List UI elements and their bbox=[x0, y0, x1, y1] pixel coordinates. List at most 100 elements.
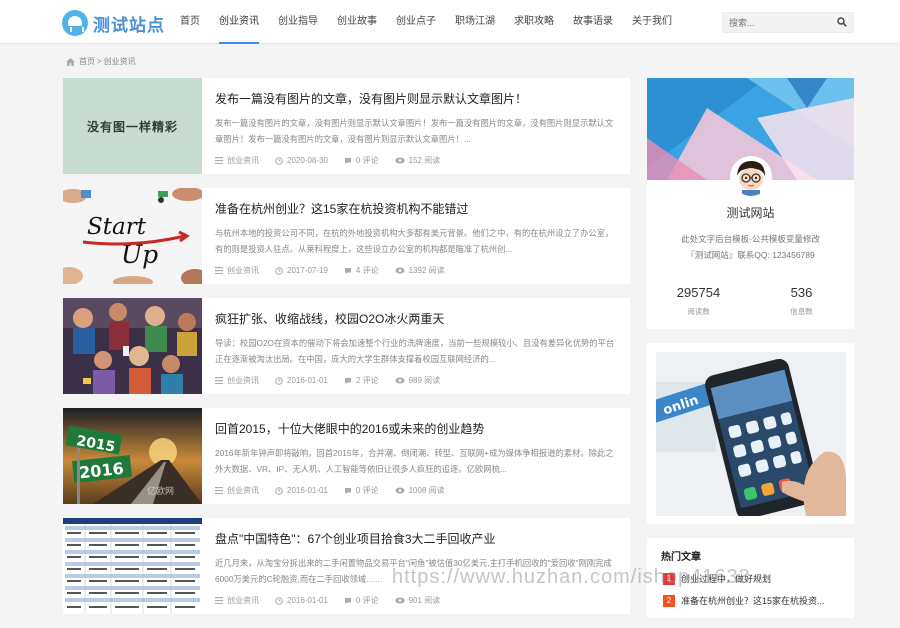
post-category[interactable]: 创业资讯 bbox=[227, 595, 259, 606]
post-excerpt: 导读：校园O2O在资本的催动下将会加速整个行业的洗牌速度，当前一些规模较小、且没… bbox=[215, 338, 615, 364]
post-views: 989 阅读 bbox=[408, 376, 441, 385]
eye-icon bbox=[394, 597, 405, 604]
post-title[interactable]: 盘点"中国特色"：67个创业项目拾食3大二手回收产业 bbox=[215, 530, 620, 548]
post-thumbnail[interactable]: 2015 2016 亿欧网 bbox=[63, 408, 202, 504]
comment-icon bbox=[344, 157, 351, 164]
post-list: 没有图一样精彩 发布一篇没有图片的文章，没有图片则显示默认文章图片！ 发布一篇没… bbox=[63, 78, 630, 628]
nav-about[interactable]: 关于我们 bbox=[632, 0, 672, 44]
profile-card: 测试网站 此处文字后台模板-公共模板变量修改 『测试网站』联系QQ: 12345… bbox=[647, 78, 854, 329]
post-meta: 创业资讯 2016-01-01 2 评论 989 阅读 bbox=[215, 375, 620, 386]
list-icon bbox=[215, 377, 223, 384]
post-views: 1392 阅读 bbox=[408, 266, 445, 275]
watermark-text: https://www.huzhan.com/ishop41633 bbox=[392, 566, 751, 588]
stat-number: 295754 bbox=[676, 285, 721, 300]
hot-post-title[interactable]: 准备在杭州创业？这15家在杭投资... bbox=[681, 594, 825, 607]
post-comments[interactable]: 2 评论 bbox=[356, 375, 379, 386]
post-meta: 创业资讯 2020-08-30 0 评论 152 阅读 bbox=[215, 155, 620, 166]
breadcrumb: 首页 > 创业资讯 bbox=[66, 56, 136, 67]
nav-home[interactable]: 首页 bbox=[180, 0, 200, 44]
post-category[interactable]: 创业资讯 bbox=[227, 155, 259, 166]
eye-icon bbox=[394, 267, 405, 274]
post-comments[interactable]: 0 评论 bbox=[356, 595, 379, 606]
post-item[interactable]: 疯狂扩张、收缩战线，校园O2O冰火两重天 导读：校园O2O在资本的催动下将会加速… bbox=[63, 298, 630, 394]
post-views: 1008 阅读 bbox=[408, 486, 445, 495]
nav-startup-stories[interactable]: 创业故事 bbox=[337, 0, 377, 44]
post-title[interactable]: 发布一篇没有图片的文章，没有图片则显示默认文章图片！ bbox=[215, 90, 620, 108]
comment-icon bbox=[344, 377, 351, 384]
profile-stats: 295754 阅读数 536 信息数 bbox=[647, 285, 854, 317]
post-category[interactable]: 创业资讯 bbox=[227, 265, 259, 276]
spreadsheet-image bbox=[63, 518, 202, 614]
phone-image[interactable]: onlin bbox=[656, 352, 846, 516]
list-icon bbox=[215, 157, 223, 164]
site-logo[interactable]: 测试站点 bbox=[62, 9, 165, 37]
comment-icon bbox=[344, 597, 351, 604]
post-item[interactable]: 2015 2016 亿欧网 回首2015，十位大佬眼中的2016或未来的创业趋势… bbox=[63, 408, 630, 504]
logo-text: 测试站点 bbox=[93, 15, 165, 35]
comment-icon bbox=[344, 487, 351, 494]
avatar[interactable] bbox=[730, 156, 772, 198]
road-sign-image: 2015 2016 亿欧网 bbox=[63, 408, 202, 504]
eye-icon bbox=[394, 157, 405, 164]
clock-icon bbox=[275, 376, 283, 385]
post-thumbnail[interactable]: Start Up bbox=[63, 188, 202, 284]
post-item[interactable]: 没有图一样精彩 发布一篇没有图片的文章，没有图片则显示默认文章图片！ 发布一篇没… bbox=[63, 78, 630, 174]
search-icon[interactable] bbox=[837, 17, 847, 27]
post-comments[interactable]: 4 评论 bbox=[356, 265, 379, 276]
main-nav: 首页 创业资讯 创业指导 创业故事 创业点子 职场江湖 求职攻略 故事语录 关于… bbox=[180, 0, 691, 44]
post-title[interactable]: 疯狂扩张、收缩战线，校园O2O冰火两重天 bbox=[215, 310, 620, 328]
search-box bbox=[722, 12, 854, 33]
thumb-default-text: 没有图一样精彩 bbox=[86, 120, 178, 134]
post-item[interactable]: Start Up 准备在杭州创业？这15家在杭投资机构不能错过 与杭州本地的投资… bbox=[63, 188, 630, 284]
thumb-start-text: Start bbox=[87, 214, 147, 240]
stat-number: 536 bbox=[790, 285, 813, 300]
clock-icon bbox=[275, 156, 283, 165]
post-date: 2016-01-01 bbox=[287, 596, 328, 605]
ad-banner[interactable]: onlin bbox=[647, 343, 854, 524]
clock-icon bbox=[275, 266, 283, 275]
post-title[interactable]: 准备在杭州创业？这15家在杭投资机构不能错过 bbox=[215, 200, 620, 218]
post-excerpt: 与杭州本地的投资公司不同，在杭的外地投资机构大多都有美元背景。他们之中，有的在杭… bbox=[215, 228, 614, 254]
rank-badge: 2 bbox=[663, 594, 675, 607]
post-comments[interactable]: 0 评论 bbox=[356, 485, 379, 496]
post-title[interactable]: 回首2015，十位大佬眼中的2016或未来的创业趋势 bbox=[215, 420, 620, 438]
profile-desc-line-2: 『测试网站』联系QQ: 123456789 bbox=[686, 250, 815, 260]
clock-icon bbox=[275, 596, 283, 605]
nav-quotes[interactable]: 故事语录 bbox=[573, 0, 613, 44]
breadcrumb-separator: > bbox=[97, 57, 102, 66]
home-icon bbox=[66, 57, 75, 66]
students-crowd-image bbox=[63, 298, 202, 394]
nav-job-tips[interactable]: 求职攻略 bbox=[514, 0, 554, 44]
post-category[interactable]: 创业资讯 bbox=[227, 485, 259, 496]
breadcrumb-home[interactable]: 首页 bbox=[79, 56, 95, 67]
post-thumbnail[interactable] bbox=[63, 518, 202, 614]
nav-startup-news[interactable]: 创业资讯 bbox=[219, 0, 259, 44]
post-thumbnail[interactable]: 没有图一样精彩 bbox=[63, 78, 202, 174]
post-category[interactable]: 创业资讯 bbox=[227, 375, 259, 386]
list-icon bbox=[215, 597, 223, 604]
startup-hands-image: Start Up bbox=[63, 188, 202, 284]
hot-post-item[interactable]: 2 准备在杭州创业？这15家在杭投资... bbox=[663, 594, 825, 607]
eye-icon bbox=[394, 487, 405, 494]
post-meta: 创业资讯 2016-01-01 0 评论 901 阅读 bbox=[215, 595, 620, 606]
post-thumbnail[interactable] bbox=[63, 298, 202, 394]
sidebar: 测试网站 此处文字后台模板-公共模板变量修改 『测试网站』联系QQ: 12345… bbox=[647, 78, 854, 618]
thumb-watermark: 亿欧网 bbox=[147, 485, 174, 497]
stat-label: 信息数 bbox=[790, 307, 813, 316]
post-views: 901 阅读 bbox=[408, 596, 441, 605]
post-date: 2016-01-01 bbox=[287, 376, 328, 385]
post-excerpt: 2016年新年钟声即将敲响，回首2015年，合并潮、倒闭潮、转型、互联网+成为媒… bbox=[215, 448, 614, 474]
clock-icon bbox=[275, 486, 283, 495]
stat-label: 阅读数 bbox=[687, 307, 710, 316]
nav-startup-guide[interactable]: 创业指导 bbox=[278, 0, 318, 44]
post-date: 2020-08-30 bbox=[287, 156, 328, 165]
profile-desc-line-1: 此处文字后台模板-公共模板变量修改 bbox=[681, 234, 820, 244]
nav-workplace[interactable]: 职场江湖 bbox=[455, 0, 495, 44]
post-date: 2016-01-01 bbox=[287, 486, 328, 495]
profile-description: 此处文字后台模板-公共模板变量修改 『测试网站』联系QQ: 123456789 bbox=[647, 231, 854, 263]
nav-startup-ideas[interactable]: 创业点子 bbox=[396, 0, 436, 44]
search-input[interactable] bbox=[723, 13, 829, 33]
stat-reads: 295754 阅读数 bbox=[647, 285, 750, 317]
post-comments[interactable]: 0 评论 bbox=[356, 155, 379, 166]
post-meta: 创业资讯 2016-01-01 0 评论 1008 阅读 bbox=[215, 485, 620, 496]
